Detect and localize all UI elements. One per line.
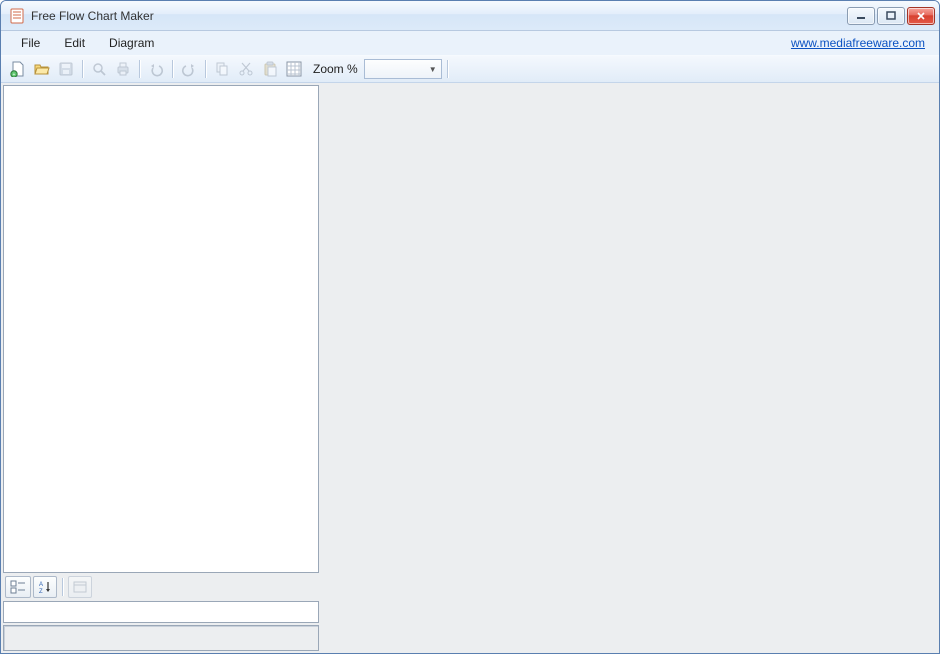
main-canvas[interactable] (321, 85, 937, 651)
property-pages-button[interactable] (68, 576, 92, 598)
grid-icon (286, 61, 302, 77)
alphabetical-button[interactable]: A Z (33, 576, 57, 598)
svg-text:A: A (39, 582, 43, 588)
app-window: Free Flow Chart Maker File Edit Diagram … (0, 0, 940, 654)
toolbar-separator (82, 60, 83, 78)
printer-icon (115, 61, 131, 77)
menu-file[interactable]: File (9, 33, 52, 53)
zoom-label: Zoom % (313, 62, 358, 76)
undo-button[interactable] (145, 58, 167, 80)
sort-az-icon: A Z (37, 580, 53, 594)
cut-button[interactable] (235, 58, 257, 80)
left-pane: A Z (3, 85, 319, 651)
menubar: File Edit Diagram www.mediafreeware.com (1, 31, 939, 55)
redo-button[interactable] (178, 58, 200, 80)
chevron-down-icon: ▼ (429, 65, 437, 74)
client-area: A Z (1, 83, 939, 653)
toolbar-separator (139, 60, 140, 78)
folder-open-icon (34, 61, 50, 77)
cut-icon (238, 61, 254, 77)
copy-button[interactable] (211, 58, 233, 80)
open-button[interactable] (31, 58, 53, 80)
property-description-field (3, 625, 319, 651)
magnifier-icon (91, 61, 107, 77)
categorized-icon (10, 580, 26, 594)
new-page-icon: + (10, 61, 26, 77)
titlebar: Free Flow Chart Maker (1, 1, 939, 31)
categorized-button[interactable] (5, 576, 31, 598)
maximize-button[interactable] (877, 7, 905, 25)
toolbar-separator (172, 60, 173, 78)
shapes-panel[interactable] (3, 85, 319, 573)
svg-text:+: + (13, 72, 16, 77)
property-toolbar: A Z (3, 575, 319, 599)
toolbar-separator (447, 60, 448, 78)
app-icon (9, 8, 25, 24)
find-button[interactable] (88, 58, 110, 80)
property-name-field[interactable] (3, 601, 319, 623)
paste-button[interactable] (259, 58, 281, 80)
print-button[interactable] (112, 58, 134, 80)
paste-icon (262, 61, 278, 77)
redo-icon (181, 61, 197, 77)
svg-text:Z: Z (39, 589, 43, 594)
vendor-link[interactable]: www.mediafreeware.com (791, 36, 931, 50)
menu-edit[interactable]: Edit (52, 33, 97, 53)
toolbar-separator (62, 578, 63, 596)
toolbar: + (1, 55, 939, 83)
new-button[interactable]: + (7, 58, 29, 80)
zoom-combo[interactable]: ▼ (364, 59, 442, 79)
undo-icon (148, 61, 164, 77)
menu-diagram[interactable]: Diagram (97, 33, 166, 53)
save-button[interactable] (55, 58, 77, 80)
property-pages-icon (72, 580, 88, 594)
copy-icon (214, 61, 230, 77)
toolbar-separator (205, 60, 206, 78)
minimize-button[interactable] (847, 7, 875, 25)
save-icon (58, 61, 74, 77)
close-button[interactable] (907, 7, 935, 25)
window-controls (847, 7, 937, 25)
window-title: Free Flow Chart Maker (31, 9, 847, 23)
grid-button[interactable] (283, 58, 305, 80)
